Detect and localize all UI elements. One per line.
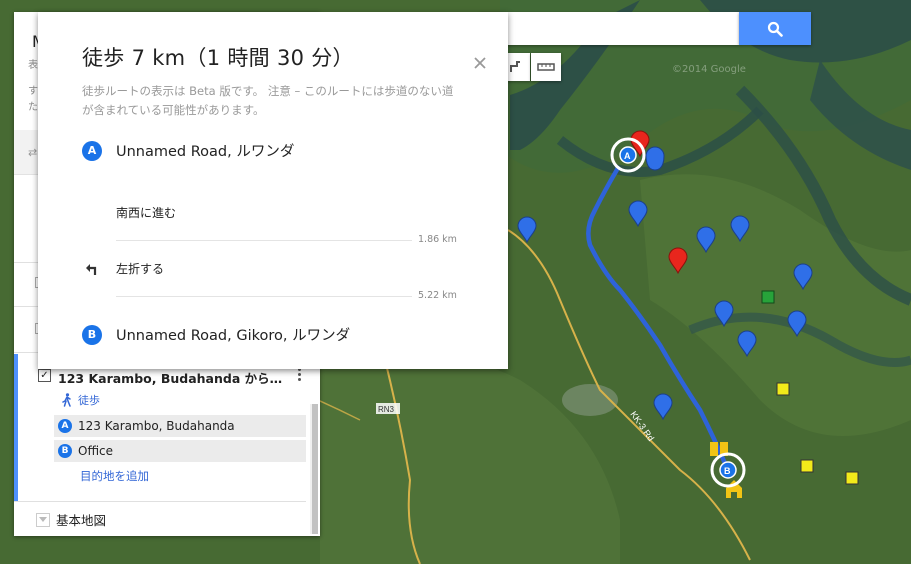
step-divider — [116, 240, 412, 241]
map-marker-green — [761, 290, 775, 304]
map-marker-yellow — [845, 471, 859, 485]
directions-title: 徒歩 7 km（1 時間 30 分） — [82, 46, 354, 70]
route-marker-a-label: A — [624, 151, 631, 161]
ruler-icon — [537, 63, 555, 71]
chevron-down-icon — [36, 512, 50, 527]
stop-badge-b: B — [58, 444, 72, 458]
road-label-rn3: RN3 — [378, 405, 395, 414]
map-description-line: た — [28, 102, 38, 113]
map-marker-yellow — [776, 382, 790, 396]
map-copyright: ©2014 Google — [672, 64, 746, 75]
step-distance: 1.86 km — [418, 234, 457, 245]
step-distance: 5.22 km — [418, 290, 457, 301]
search-icon — [767, 21, 783, 37]
direction-step[interactable]: 左折する — [116, 260, 164, 277]
origin-label: Unnamed Road, ルワンダ — [116, 144, 295, 160]
direction-step[interactable]: 南西に進む — [116, 204, 176, 221]
route-marker-b-label: B — [724, 466, 731, 476]
layer-options-menu[interactable] — [294, 366, 304, 386]
close-button[interactable] — [469, 52, 491, 74]
search-button[interactable] — [739, 12, 811, 45]
route-stop-b[interactable]: B Office — [54, 440, 306, 462]
walk-icon — [62, 393, 71, 407]
map-marker-yellow — [800, 459, 814, 473]
stop-label: 123 Karambo, Budahanda — [78, 419, 235, 433]
travel-mode[interactable]: 徒歩 — [62, 392, 100, 408]
add-destination-link[interactable]: 目的地を追加 — [80, 468, 149, 484]
map-pin-blue — [645, 146, 665, 171]
map-subtitle: 表 — [28, 60, 38, 71]
draw-line-icon — [510, 61, 520, 72]
travel-mode-label: 徒歩 — [78, 394, 100, 407]
directions-layer: ✓ 123 Karambo, Budahanda から O… 徒歩 A 123 … — [14, 354, 320, 501]
turn-left-icon — [86, 264, 97, 275]
walking-beta-note: 徒歩ルートの表示は Beta 版です。 注意 – このルートには歩道のない道が含… — [82, 84, 454, 117]
close-icon — [474, 57, 486, 69]
origin-badge: A — [82, 140, 102, 161]
directions-layer-checkbox[interactable]: ✓ — [38, 369, 51, 382]
map-search-bar[interactable] — [480, 12, 739, 45]
measure-button[interactable] — [531, 53, 561, 81]
stop-badge-a: A — [58, 419, 72, 433]
basemap-toggle[interactable]: 基本地図 — [36, 510, 106, 529]
directions-card: 徒歩 7 km（1 時間 30 分） 徒歩ルートの表示は Beta 版です。 注… — [38, 12, 508, 369]
toolbar-arrow-icon[interactable]: ⇄ — [28, 146, 37, 159]
map-description-line: す — [28, 86, 38, 97]
stop-label: Office — [78, 444, 114, 458]
directions-layer-title[interactable]: 123 Karambo, Budahanda から O… — [58, 368, 283, 387]
panel-scrollbar-thumb[interactable] — [312, 404, 318, 534]
route-stop-a[interactable]: A 123 Karambo, Budahanda — [54, 415, 306, 437]
destination-label: Unnamed Road, Gikoro, ルワンダ — [116, 328, 351, 344]
destination-row: B Unnamed Road, Gikoro, ルワンダ — [82, 324, 350, 345]
step-divider — [116, 296, 412, 297]
origin-row: A Unnamed Road, ルワンダ — [82, 140, 294, 161]
basemap-label: 基本地図 — [56, 513, 107, 528]
destination-badge: B — [82, 324, 102, 345]
divider — [14, 501, 306, 502]
